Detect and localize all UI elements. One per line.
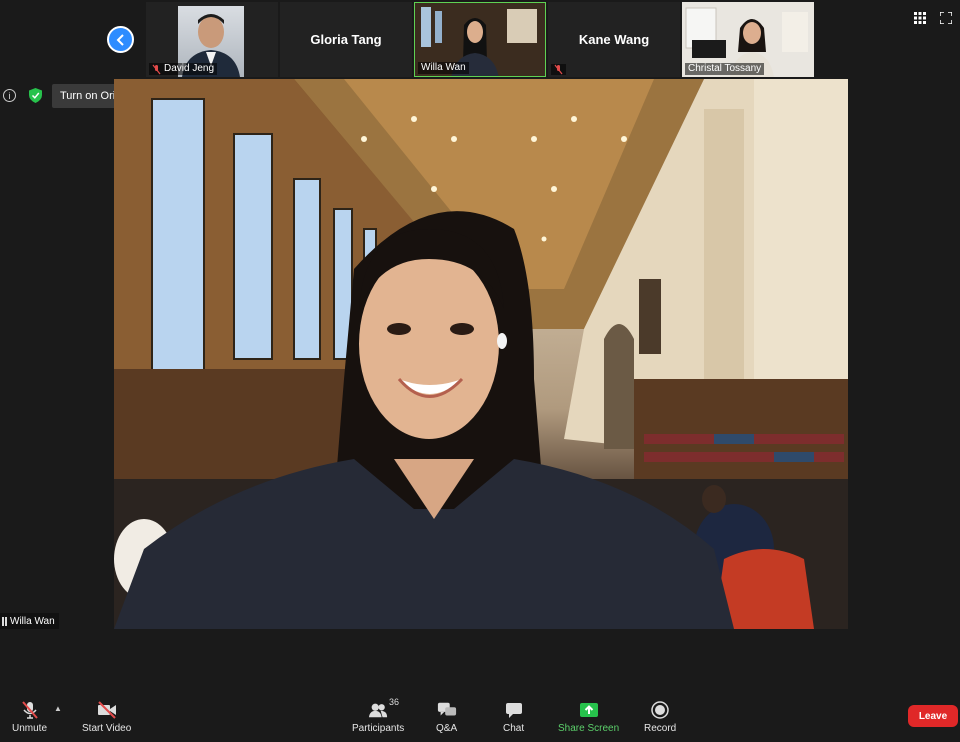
leave-button[interactable]: Leave xyxy=(908,705,958,727)
participant-label: David Jeng xyxy=(149,63,218,75)
meeting-info-icon[interactable]: i xyxy=(3,89,16,102)
audio-level-icon xyxy=(2,616,7,626)
participants-icon xyxy=(368,700,388,720)
participant-name: Gloria Tang xyxy=(310,32,382,47)
audio-options-chevron-icon[interactable]: ▲ xyxy=(54,704,62,713)
qa-icon xyxy=(437,700,457,720)
participant-name: Kane Wang xyxy=(578,32,650,47)
video-frame xyxy=(114,79,848,629)
chat-button[interactable]: Chat xyxy=(503,700,524,734)
video-off-icon xyxy=(97,700,117,720)
gallery-view-icon[interactable] xyxy=(914,11,926,24)
participant-tile-david[interactable]: David Jeng xyxy=(146,2,278,77)
participant-tile-kane[interactable]: Kane Wang xyxy=(548,2,680,77)
participant-tile-christal[interactable]: Christal Tossany xyxy=(682,2,814,77)
speaker-name-label: Willa Wan xyxy=(0,613,59,629)
participant-label: Willa Wan xyxy=(418,62,469,74)
record-icon xyxy=(650,700,670,720)
muted-mic-icon xyxy=(554,64,563,75)
chevron-left-icon xyxy=(116,33,124,46)
share-screen-button[interactable]: Share Screen xyxy=(558,700,619,734)
unmute-button[interactable]: Unmute xyxy=(12,700,47,734)
participants-count: 36 xyxy=(389,697,400,707)
chat-icon xyxy=(504,700,524,720)
start-video-button[interactable]: Start Video xyxy=(82,700,131,734)
muted-mic-icon xyxy=(152,64,161,74)
participant-tile-gloria[interactable]: Gloria Tang xyxy=(280,2,412,77)
fullscreen-icon[interactable] xyxy=(939,11,953,25)
view-controls xyxy=(914,11,953,25)
meeting-toolbar: Unmute ▲ Start Video Participants 36 Q&A… xyxy=(0,696,960,742)
encryption-shield-icon[interactable] xyxy=(29,88,42,103)
participant-label xyxy=(551,64,566,75)
previous-page-button[interactable] xyxy=(107,26,134,53)
participant-label: Christal Tossany xyxy=(685,63,765,75)
muted-microphone-icon xyxy=(20,700,40,720)
record-button[interactable]: Record xyxy=(644,700,676,734)
active-speaker-video xyxy=(114,79,848,629)
share-screen-icon xyxy=(579,700,599,720)
participant-tile-willa[interactable]: Willa Wan xyxy=(414,2,546,77)
qa-button[interactable]: Q&A xyxy=(436,700,457,734)
